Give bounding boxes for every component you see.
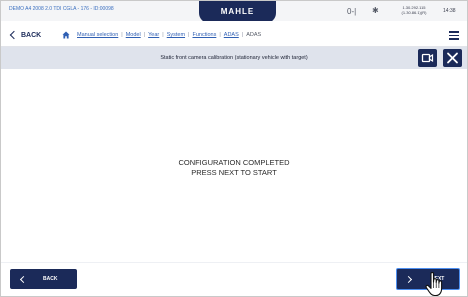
- breadcrumb-adas[interactable]: ADAS: [224, 32, 239, 38]
- breadcrumb-separator: |: [162, 32, 164, 38]
- breadcrumb-separator: |: [219, 32, 221, 38]
- camera-icon: [421, 53, 434, 63]
- status-message: CONFIGURATION COMPLETED PRESS NEXT TO ST…: [0, 158, 468, 178]
- version-line-2: (1.30.86.1)(R): [401, 10, 427, 15]
- clock: 14:38: [443, 8, 456, 14]
- vci-connection-icon: 0-|: [347, 7, 357, 16]
- nav-back-label: BACK: [21, 31, 42, 39]
- procedure-title-bar: Static front camera calibration (station…: [1, 47, 467, 69]
- camera-button[interactable]: [418, 49, 437, 67]
- breadcrumb-functions[interactable]: Functions: [192, 32, 216, 38]
- breadcrumb-separator: |: [143, 32, 146, 38]
- breadcrumb-separator: |: [188, 32, 190, 38]
- back-button[interactable]: BACK: [10, 269, 77, 289]
- close-icon: [447, 52, 458, 64]
- message-line-1: CONFIGURATION COMPLETED: [178, 158, 290, 167]
- breadcrumb-year[interactable]: Year: [148, 32, 159, 38]
- home-icon[interactable]: [62, 31, 70, 39]
- breadcrumb-separator: |: [241, 32, 244, 38]
- nav-back-button[interactable]: BACK: [9, 30, 42, 40]
- procedure-title: Static front camera calibration (station…: [160, 55, 308, 61]
- close-button[interactable]: [443, 49, 462, 67]
- message-line-2: PRESS NEXT TO START: [191, 168, 277, 177]
- software-version: 1.30.292.115 (1.30.86.1)(R): [394, 5, 434, 15]
- breadcrumb: Manual selection | Model | Year | System…: [77, 32, 261, 38]
- breadcrumb-current: ADAS: [246, 32, 262, 38]
- chevron-right-icon: [404, 275, 413, 283]
- hand-pointer-icon: [425, 271, 443, 297]
- brand-logo: MAHLE: [220, 7, 255, 16]
- bluetooth-icon: ✱: [372, 6, 379, 15]
- breadcrumb-model[interactable]: Model: [126, 32, 141, 38]
- breadcrumb-system[interactable]: System: [167, 32, 185, 38]
- navigation-bar: BACK Manual selection | Model | Year | S…: [1, 21, 467, 47]
- hamburger-menu-icon[interactable]: [449, 31, 459, 40]
- breadcrumb-separator: |: [121, 32, 123, 38]
- vehicle-info: DEMO A4 2008 2.0 TDI CGLA - 176 - ID:000…: [9, 6, 114, 12]
- back-button-label: BACK: [43, 276, 58, 282]
- chevron-left-icon: [19, 275, 28, 283]
- breadcrumb-manual-selection[interactable]: Manual selection: [77, 32, 118, 38]
- brand-logo-tab: MAHLE: [199, 1, 276, 23]
- chevron-left-icon: [9, 30, 19, 40]
